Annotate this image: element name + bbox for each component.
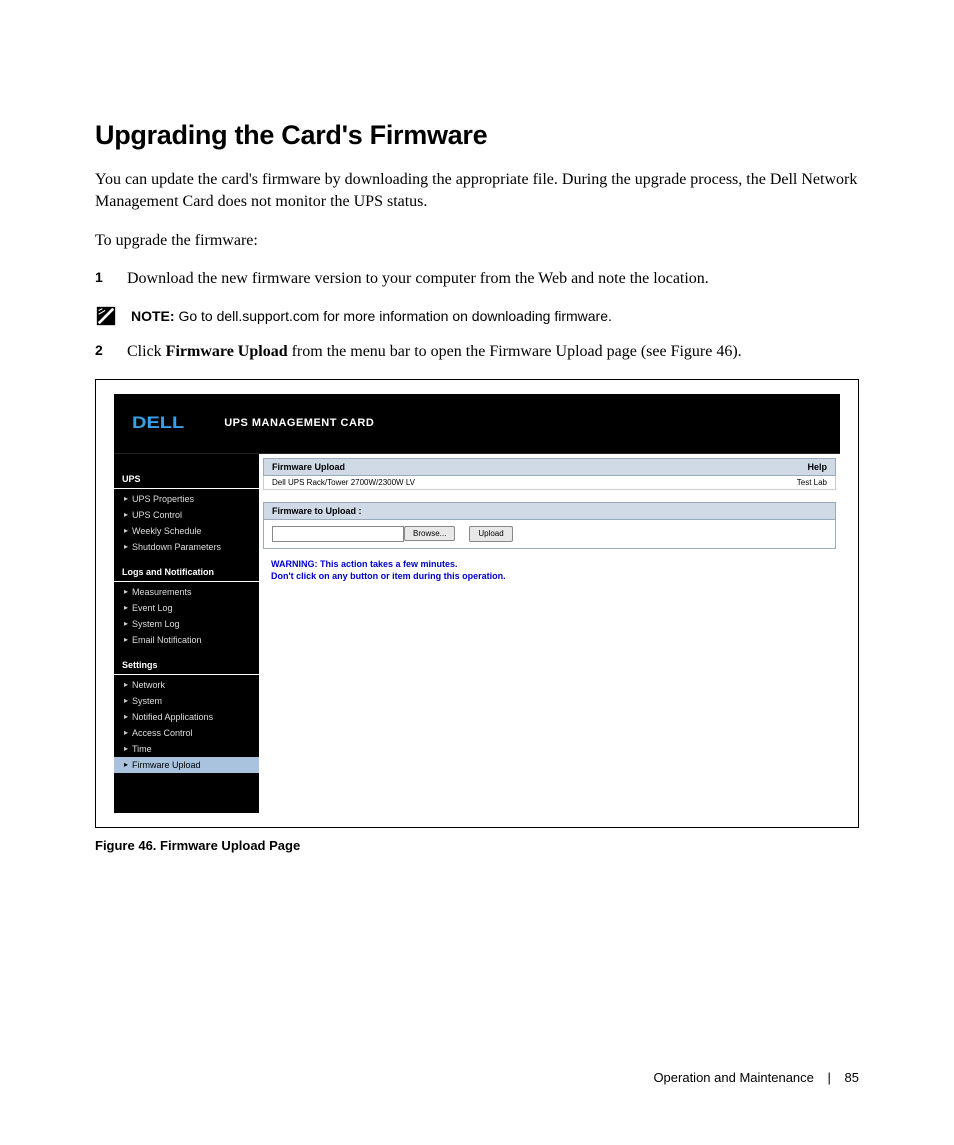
footer-section: Operation and Maintenance	[653, 1070, 813, 1085]
page-footer: Operation and Maintenance | 85	[653, 1070, 859, 1085]
step-text: Download the new firmware version to you…	[127, 268, 859, 290]
main-header: Firmware Upload Help	[263, 458, 836, 476]
upload-button[interactable]: Upload	[469, 526, 512, 542]
footer-separator: |	[828, 1070, 831, 1085]
step-text-bold: Firmware Upload	[166, 343, 288, 360]
sidebar-item-event-log[interactable]: Event Log	[114, 600, 259, 616]
step-2: 2 Click Firmware Upload from the menu ba…	[95, 341, 859, 363]
upload-panel: Firmware to Upload : Browse... Upload	[263, 502, 836, 549]
note-row: NOTE: Go to dell.support.com for more in…	[95, 305, 859, 327]
sidebar-item-network[interactable]: Network	[114, 677, 259, 693]
step-text: Click Firmware Upload from the menu bar …	[127, 341, 859, 363]
browse-button[interactable]: Browse...	[404, 526, 455, 541]
step-number: 2	[95, 341, 127, 363]
sidebar-item-weekly-schedule[interactable]: Weekly Schedule	[114, 523, 259, 539]
warning-line-2: Don't click on any button or item during…	[259, 571, 840, 661]
sidebar-item-measurements[interactable]: Measurements	[114, 584, 259, 600]
panel-title: Firmware to Upload :	[264, 503, 835, 520]
main-header-title: Firmware Upload	[272, 462, 345, 472]
note-label: NOTE:	[131, 308, 175, 324]
figure-frame: DELL UPS MANAGEMENT CARD UPS UPS Propert…	[95, 379, 859, 828]
sidebar-group-logs: Logs and Notification	[114, 561, 259, 582]
sidebar-item-access-control[interactable]: Access Control	[114, 725, 259, 741]
main-subheader: Dell UPS Rack/Tower 2700W/2300W LV Test …	[263, 476, 836, 490]
sidebar-item-firmware-upload[interactable]: Firmware Upload	[114, 757, 259, 773]
step-1: 1 Download the new firmware version to y…	[95, 268, 859, 290]
note-icon	[95, 305, 117, 327]
intro-paragraph: You can update the card's firmware by do…	[95, 169, 859, 214]
sidebar-item-email-notification[interactable]: Email Notification	[114, 632, 259, 648]
note-text: NOTE: Go to dell.support.com for more in…	[131, 308, 612, 324]
sidebar: UPS UPS Properties UPS Control Weekly Sc…	[114, 454, 259, 813]
sidebar-item-system[interactable]: System	[114, 693, 259, 709]
device-name: Dell UPS Rack/Tower 2700W/2300W LV	[272, 478, 415, 487]
sidebar-item-ups-control[interactable]: UPS Control	[114, 507, 259, 523]
step-number: 1	[95, 268, 127, 290]
app-shell: DELL UPS MANAGEMENT CARD UPS UPS Propert…	[114, 394, 840, 813]
step-text-pre: Click	[127, 343, 166, 360]
warning-line-1: WARNING: This action takes a few minutes…	[259, 553, 840, 571]
sidebar-group-settings: Settings	[114, 654, 259, 675]
step-text-post: from the menu bar to open the Firmware U…	[288, 343, 742, 360]
app-title: UPS MANAGEMENT CARD	[224, 417, 374, 429]
sidebar-item-shutdown-parameters[interactable]: Shutdown Parameters	[114, 539, 259, 555]
brand-logo: DELL	[132, 414, 184, 434]
note-body: Go to dell.support.com for more informat…	[175, 308, 612, 324]
sidebar-item-notified-applications[interactable]: Notified Applications	[114, 709, 259, 725]
app-header: DELL UPS MANAGEMENT CARD	[114, 394, 840, 454]
file-path-input[interactable]	[272, 526, 404, 542]
location-label: Test Lab	[797, 478, 827, 487]
sidebar-group-ups: UPS	[114, 468, 259, 489]
lead-paragraph: To upgrade the firmware:	[95, 230, 859, 252]
sidebar-item-time[interactable]: Time	[114, 741, 259, 757]
footer-page-number: 85	[845, 1070, 859, 1085]
figure-caption: Figure 46. Firmware Upload Page	[95, 838, 859, 853]
sidebar-item-system-log[interactable]: System Log	[114, 616, 259, 632]
page-heading: Upgrading the Card's Firmware	[95, 120, 859, 151]
main-panel: Firmware Upload Help Dell UPS Rack/Tower…	[259, 454, 840, 813]
help-link[interactable]: Help	[807, 462, 827, 472]
sidebar-item-ups-properties[interactable]: UPS Properties	[114, 491, 259, 507]
